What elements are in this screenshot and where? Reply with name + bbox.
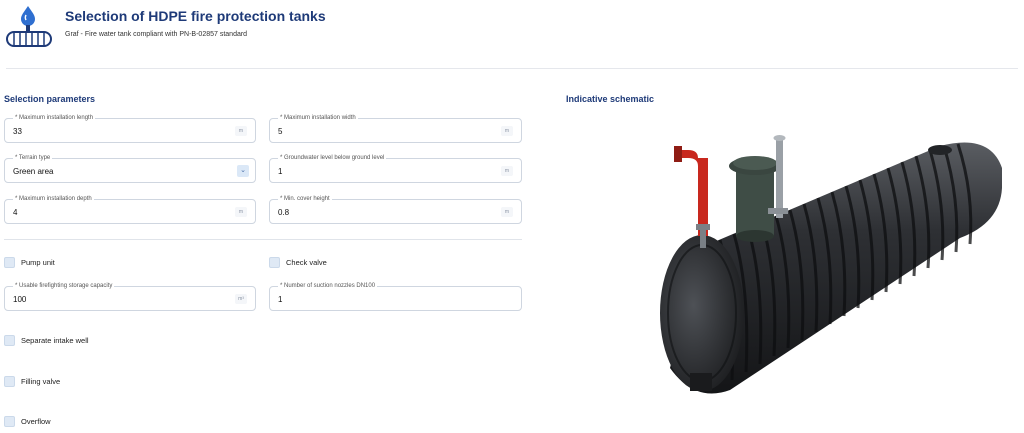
pump-unit-checkbox-box[interactable]: [4, 257, 15, 268]
min-cover-height-field[interactable]: * Min. cover height 0.8 m: [269, 195, 522, 224]
terrain-type-select[interactable]: * Terrain type Green area ⌄: [4, 154, 256, 183]
storage-capacity-value[interactable]: 100: [13, 295, 26, 304]
intake-well-label: Separate intake well: [21, 336, 89, 345]
storage-capacity-label: * Usable firefighting storage capacity: [13, 282, 115, 290]
pump-unit-checkbox[interactable]: Pump unit: [4, 257, 204, 271]
indicative-schematic-title: Indicative schematic: [566, 94, 655, 104]
storage-capacity-field[interactable]: * Usable firefighting storage capacity 1…: [4, 282, 256, 311]
header: Selection of HDPE fire protection tanks …: [0, 0, 1024, 70]
intake-well-checkbox[interactable]: Separate intake well: [4, 335, 204, 349]
min-cover-height-label: * Min. cover height: [278, 195, 332, 203]
selection-parameters-title: Selection parameters: [4, 94, 96, 104]
filling-valve-checkbox-box[interactable]: [4, 376, 15, 387]
suction-nozzles-field[interactable]: * Number of suction nozzles DN100 1: [269, 282, 522, 311]
max-width-value[interactable]: 5: [278, 127, 282, 136]
max-width-unit: m: [501, 126, 513, 136]
filling-valve-checkbox[interactable]: Filling valve: [4, 376, 204, 390]
max-depth-value[interactable]: 4: [13, 208, 17, 217]
overflow-label: Overflow: [21, 417, 51, 426]
max-depth-field[interactable]: * Maximum installation depth 4 m: [4, 195, 256, 224]
header-divider: [6, 68, 1018, 69]
storage-capacity-unit: m³: [235, 294, 247, 304]
chevron-down-icon[interactable]: ⌄: [237, 165, 249, 177]
groundwater-level-value[interactable]: 1: [278, 167, 282, 176]
check-valve-checkbox-box[interactable]: [269, 257, 280, 268]
max-width-label: * Maximum installation width: [278, 114, 358, 122]
terrain-type-value[interactable]: Green area: [13, 167, 53, 176]
max-length-label: * Maximum installation length: [13, 114, 96, 122]
suction-nozzles-value[interactable]: 1: [278, 295, 282, 304]
groundwater-level-unit: m: [501, 166, 513, 176]
tank-water-drop-icon: [6, 6, 52, 47]
page-subtitle: Graf - Fire water tank compliant with PN…: [65, 31, 248, 38]
section-divider: [4, 239, 522, 240]
max-length-unit: m: [235, 126, 247, 136]
groundwater-level-label: * Groundwater level below ground level: [278, 154, 387, 162]
max-length-field[interactable]: * Maximum installation length 33 m: [4, 114, 256, 143]
groundwater-level-field[interactable]: * Groundwater level below ground level 1…: [269, 154, 522, 183]
intake-well-checkbox-box[interactable]: [4, 335, 15, 346]
check-valve-label: Check valve: [286, 258, 327, 267]
page-title: Selection of HDPE fire protection tanks: [65, 8, 326, 24]
max-depth-unit: m: [235, 207, 247, 217]
max-width-field[interactable]: * Maximum installation width 5 m: [269, 114, 522, 143]
check-valve-checkbox[interactable]: Check valve: [269, 257, 469, 271]
min-cover-height-unit: m: [501, 207, 513, 217]
overflow-checkbox-box[interactable]: [4, 416, 15, 427]
min-cover-height-value[interactable]: 0.8: [278, 208, 289, 217]
filling-valve-label: Filling valve: [21, 377, 61, 386]
overflow-checkbox[interactable]: Overflow: [4, 416, 204, 430]
pump-unit-label: Pump unit: [21, 258, 55, 267]
suction-nozzles-label: * Number of suction nozzles DN100: [278, 282, 378, 290]
hdpe-tank-illustration: [660, 135, 1002, 394]
max-depth-label: * Maximum installation depth: [13, 195, 94, 203]
max-length-value[interactable]: 33: [13, 127, 22, 136]
terrain-type-label: * Terrain type: [13, 154, 53, 162]
